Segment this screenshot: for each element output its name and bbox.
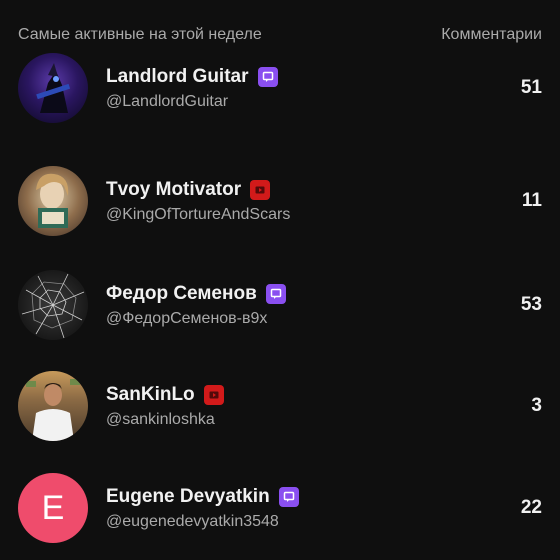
user-handle[interactable]: @ФедорСеменов-в9х [106, 310, 521, 328]
avatar-letter: E [41, 488, 65, 527]
user-handle[interactable]: @LandlordGuitar [106, 93, 521, 111]
avatar[interactable]: E [18, 473, 88, 543]
user-handle[interactable]: @eugenedevyatkin3548 [106, 513, 521, 531]
user-handle[interactable]: @KingOfTortureAndScars [106, 206, 522, 224]
avatar[interactable] [18, 53, 88, 123]
user-name[interactable]: SanKinLo [106, 384, 195, 406]
youtube-badge-icon [203, 384, 224, 405]
comment-count: 11 [521, 190, 542, 211]
user-row[interactable]: E Eugene Devyatkin @eugenedevyatkin3548 … [18, 472, 542, 544]
user-handle[interactable]: @sankinloshka [106, 411, 531, 429]
comment-count: 22 [520, 497, 542, 518]
member-badge-icon [278, 486, 299, 507]
section-title: Самые активные на этой неделе [18, 26, 262, 43]
header: Самые активные на этой неделе Комментари… [18, 26, 542, 44]
comments-column-label: Комментарии [441, 26, 542, 43]
youtube-badge-icon [250, 179, 271, 200]
user-name[interactable]: Федор Семенов [106, 283, 257, 305]
comment-count: 51 [520, 77, 542, 98]
user-row[interactable]: Landlord Guitar @LandlordGuitar 51 [18, 52, 542, 124]
avatar[interactable] [18, 371, 88, 441]
member-badge-icon [265, 283, 286, 304]
user-row[interactable]: Федор Семенов @ФедорСеменов-в9х 53 [18, 269, 542, 341]
comment-count: 3 [531, 395, 542, 416]
user-row[interactable]: SanKinLo @sankinloshka 3 [18, 370, 542, 442]
avatar[interactable] [18, 270, 88, 340]
avatar[interactable] [18, 166, 88, 236]
member-badge-icon [257, 66, 278, 87]
user-name[interactable]: Tvoy Motivator [106, 179, 241, 201]
comment-count: 53 [520, 294, 542, 315]
user-row[interactable]: Tvoy Motivator @KingOfTortureAndScars 11 [18, 165, 542, 237]
user-name[interactable]: Landlord Guitar [106, 66, 249, 88]
user-name[interactable]: Eugene Devyatkin [106, 486, 270, 508]
